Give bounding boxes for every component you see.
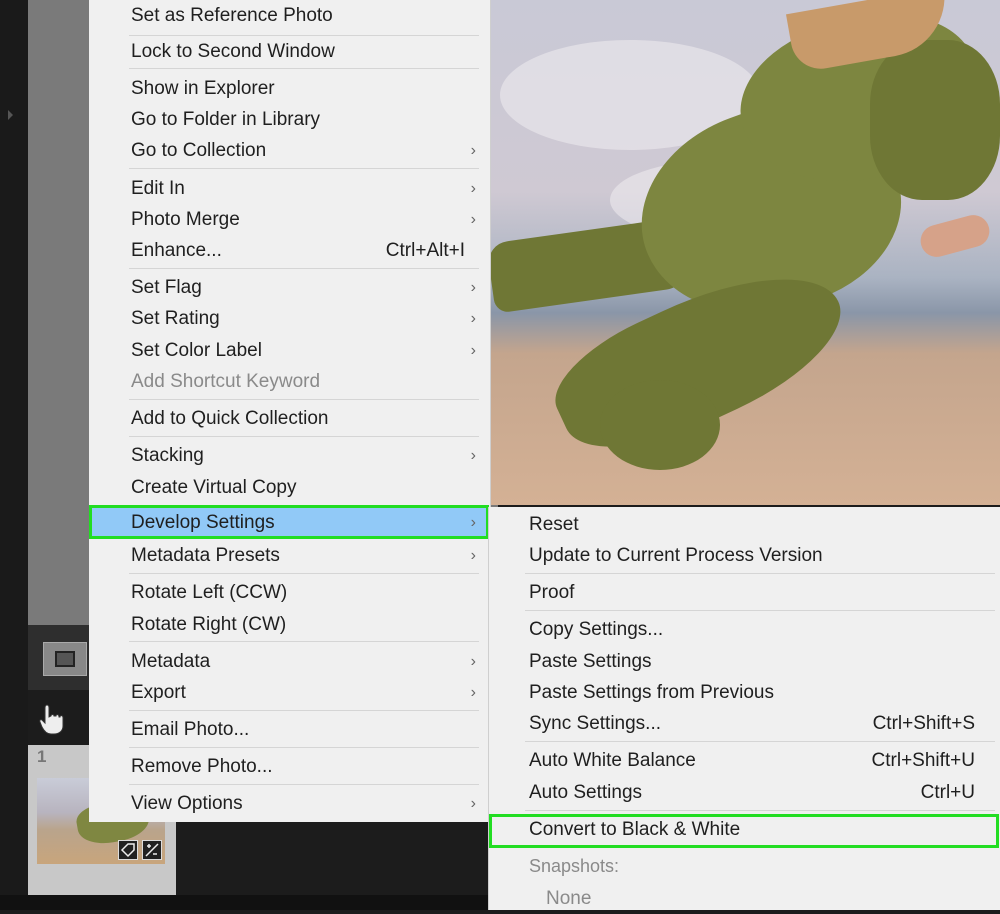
menu-item-set-flag[interactable]: Set Flag › [89, 272, 489, 303]
menu-separator [129, 784, 479, 785]
menu-shortcut: Ctrl+U [920, 782, 975, 803]
menu-item-go-to-collection[interactable]: Go to Collection › [89, 135, 489, 166]
menu-item-email-photo[interactable]: Email Photo... [89, 714, 489, 745]
menu-separator [129, 436, 479, 437]
submenu-snapshot-none: None [546, 888, 592, 909]
menu-item-enhance[interactable]: Enhance... Ctrl+Alt+I [89, 235, 489, 266]
loupe-view-icon [55, 651, 75, 667]
submenu-item-paste-settings-from-previous[interactable]: Paste Settings from Previous [489, 677, 999, 708]
menu-item-rotate-left[interactable]: Rotate Left (CCW) [89, 577, 489, 608]
submenu-item-auto-white-balance[interactable]: Auto White Balance Ctrl+Shift+U [489, 745, 999, 776]
menu-separator [129, 747, 479, 748]
chevron-right-icon: › [470, 653, 476, 670]
menu-item-export[interactable]: Export › [89, 677, 489, 708]
menu-item-set-as-reference-photo[interactable]: Set as Reference Photo [89, 0, 489, 31]
chevron-right-icon: › [470, 142, 476, 159]
chevron-right-icon: › [470, 514, 476, 531]
menu-separator [129, 573, 479, 574]
chevron-right-icon: › [470, 310, 476, 327]
menu-shortcut: Ctrl+Alt+I [385, 240, 465, 261]
keyword-badge-icon [118, 840, 138, 860]
menu-separator [129, 399, 479, 400]
menu-item-set-color-label[interactable]: Set Color Label › [89, 335, 489, 366]
chevron-right-icon: › [470, 180, 476, 197]
menu-separator [129, 168, 479, 169]
chevron-right-icon: › [470, 684, 476, 701]
menu-item-show-in-explorer[interactable]: Show in Explorer [89, 73, 489, 104]
hand-icon[interactable] [38, 703, 66, 735]
chevron-right-icon: › [470, 795, 476, 812]
submenu-item-copy-settings[interactable]: Copy Settings... [489, 614, 999, 645]
menu-separator [129, 710, 479, 711]
menu-item-photo-merge[interactable]: Photo Merge › [89, 204, 489, 235]
submenu-item-reset[interactable]: Reset [489, 509, 999, 540]
filmstrip-frame-number: 1 [37, 747, 47, 766]
photo-preview [490, 0, 1000, 505]
menu-item-rotate-right[interactable]: Rotate Right (CW) [89, 609, 489, 640]
menu-item-create-virtual-copy[interactable]: Create Virtual Copy [89, 472, 489, 503]
chevron-right-icon: › [470, 279, 476, 296]
submenu-item-convert-to-black-white[interactable]: Convert to Black & White [489, 814, 999, 848]
menu-shortcut: Ctrl+Shift+U [871, 750, 975, 771]
submenu-item-auto-settings[interactable]: Auto Settings Ctrl+U [489, 777, 999, 808]
submenu-snapshots-label: Snapshots: [529, 856, 620, 876]
panel-expand-arrow-icon[interactable] [8, 110, 13, 120]
submenu-item-update-process-version[interactable]: Update to Current Process Version [489, 540, 999, 571]
menu-item-metadata-presets[interactable]: Metadata Presets › [89, 540, 489, 571]
menu-item-develop-settings[interactable]: Develop Settings › [89, 505, 489, 539]
menu-item-add-to-quick-collection[interactable]: Add to Quick Collection [89, 403, 489, 434]
left-panel-strip [0, 0, 28, 910]
menu-separator [525, 573, 995, 574]
menu-item-set-rating[interactable]: Set Rating › [89, 303, 489, 334]
menu-item-metadata[interactable]: Metadata › [89, 646, 489, 677]
loupe-view-button[interactable] [43, 642, 87, 676]
chevron-right-icon: › [470, 547, 476, 564]
menu-item-add-shortcut-keyword: Add Shortcut Keyword [131, 371, 321, 392]
menu-separator [525, 610, 995, 611]
chevron-right-icon: › [470, 211, 476, 228]
menu-separator [525, 741, 995, 742]
submenu-item-paste-settings[interactable]: Paste Settings [489, 646, 999, 677]
menu-separator [129, 68, 479, 69]
menu-item-go-to-folder-in-library[interactable]: Go to Folder in Library [89, 104, 489, 135]
menu-item-remove-photo[interactable]: Remove Photo... [89, 751, 489, 782]
context-menu: Set as Reference Photo Lock to Second Wi… [89, 0, 491, 822]
menu-separator [129, 641, 479, 642]
develop-settings-submenu: Reset Update to Current Process Version … [488, 507, 1000, 910]
menu-separator [525, 810, 995, 811]
chevron-right-icon: › [470, 447, 476, 464]
menu-separator [129, 268, 479, 269]
menu-shortcut: Ctrl+Shift+S [872, 713, 975, 734]
menu-item-edit-in[interactable]: Edit In › [89, 173, 489, 204]
submenu-item-proof[interactable]: Proof [489, 577, 999, 608]
menu-item-lock-to-second-window[interactable]: Lock to Second Window [89, 36, 489, 67]
menu-item-stacking[interactable]: Stacking › [89, 440, 489, 471]
chevron-right-icon: › [470, 342, 476, 359]
menu-item-view-options[interactable]: View Options › [89, 788, 489, 819]
submenu-item-sync-settings[interactable]: Sync Settings... Ctrl+Shift+S [489, 708, 999, 739]
develop-adjusted-badge-icon [142, 840, 162, 860]
